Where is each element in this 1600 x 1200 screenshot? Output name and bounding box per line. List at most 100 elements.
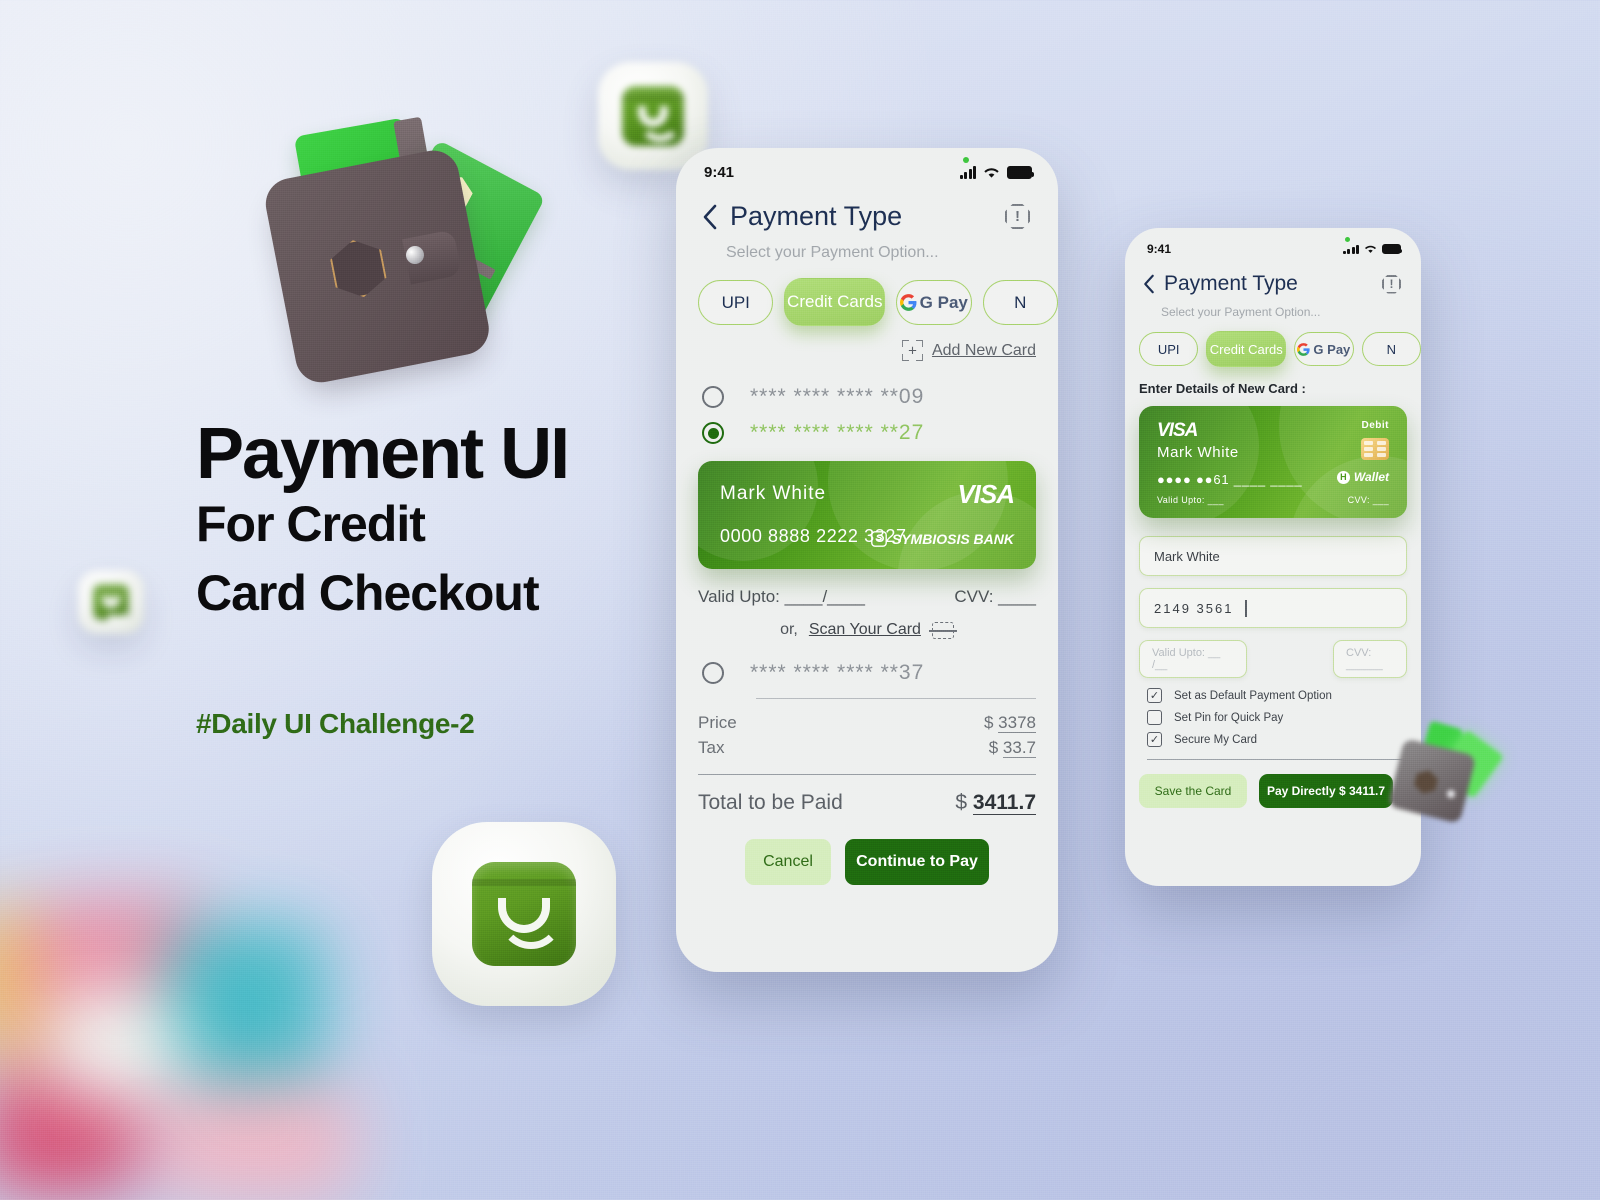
cvv-value: ____ [998, 587, 1036, 606]
card-chip-icon [1361, 438, 1389, 460]
action-buttons: Cancel Continue to Pay [676, 815, 1058, 885]
card-valid-upto-label: Valid Upto: ___ [1157, 495, 1224, 505]
saved-card-row-1[interactable]: **** **** **** **09 [676, 361, 1058, 409]
shopping-bag-app-icon [432, 822, 616, 1006]
saved-card-row-3[interactable]: **** **** **** **37 [676, 639, 1058, 685]
hero-hashtag: #Daily UI Challenge-2 [196, 708, 475, 739]
pill-gpay-2[interactable]: G Pay [1294, 332, 1354, 366]
wifi-icon [984, 168, 999, 178]
blurred-color-blobs [0, 880, 390, 1200]
card-number-input[interactable]: 2149 3561 [1139, 588, 1407, 628]
checkbox-row-secure-card[interactable]: ✓ Secure My Card [1147, 732, 1407, 747]
valid-upto-value: ____/____ [784, 587, 866, 606]
pill-netbanking[interactable]: N [982, 280, 1058, 325]
cvv-field[interactable]: CVV: ____ [954, 587, 1036, 607]
add-new-card-row[interactable]: + Add New Card [676, 326, 1058, 361]
tax-currency: $ [988, 738, 999, 757]
checkbox-quick-pay-pin[interactable] [1147, 710, 1162, 725]
wallet-label: Wallet [1353, 470, 1389, 484]
new-card-preview: VISA Mark White Debit ●●●● ●●61 ____ ___… [1139, 406, 1407, 518]
credit-card-preview: Mark White VISA 0000 8888 2222 3327 SYMB… [698, 461, 1036, 569]
card-holder-name-value: Mark White [1154, 548, 1220, 564]
checkbox-secure-card[interactable]: ✓ [1147, 732, 1162, 747]
pill-gpay-label-2: G Pay [1313, 341, 1351, 357]
total-row: Total to be Paid $ 3411.7 [676, 775, 1058, 815]
radio-card-3[interactable] [702, 662, 724, 684]
wallet-badge-icon: H Wallet [1336, 470, 1389, 484]
total-label: Total to be Paid [698, 791, 843, 814]
phone-mockup-new-card: 9:41 Payment Type ! Select your Payment … [1125, 228, 1421, 886]
expiry-cvv-inputs-row: Valid Upto: __ /__ CVV: ______ [1139, 640, 1407, 678]
page-subtitle: Select your Payment Option... [726, 244, 939, 261]
shopping-bag-app-icon [78, 570, 144, 634]
card-holder-name-2: Mark White [1157, 444, 1239, 461]
continue-to-pay-button[interactable]: Continue to Pay [845, 839, 989, 885]
page-title-2: Payment Type [1164, 272, 1298, 295]
valid-upto-input[interactable]: Valid Upto: __ /__ [1139, 640, 1247, 678]
hero-headline: Payment UI For Credit Card Checkout [196, 418, 570, 628]
status-time: 9:41 [704, 164, 735, 181]
total-currency: $ [955, 791, 968, 814]
pill-netbanking-2[interactable]: N [1361, 332, 1421, 366]
card-type-label: Debit [1361, 420, 1389, 431]
summary-row-tax: Tax $ 33.7 [698, 738, 1036, 758]
card-cvv-label: CVV: ___ [1347, 495, 1389, 505]
saved-card-1-number: **** **** **** **09 [750, 385, 925, 408]
valid-upto-field[interactable]: Valid Upto: ____/____ [698, 587, 865, 607]
pill-gpay-label: G Pay [919, 292, 968, 312]
scan-your-card-link[interactable]: Scan Your Card [809, 621, 921, 639]
pill-gpay[interactable]: G Pay [896, 280, 972, 325]
pay-directly-button[interactable]: Pay Directly $ 3411.7 [1259, 774, 1393, 808]
cvv-placeholder: CVV: ______ [1346, 647, 1383, 671]
nav-bar-2: Payment Type ! [1125, 256, 1421, 296]
pill-upi-2[interactable]: UPI [1139, 332, 1199, 366]
total-value: 3411.7 [972, 791, 1036, 815]
scan-card-icon[interactable] [928, 621, 957, 639]
card-number-value: 2149 3561 [1154, 600, 1234, 616]
card-expiry-cvv-row: Valid Upto: ____/____ CVV: ____ [676, 569, 1058, 607]
pill-upi[interactable]: UPI [698, 280, 774, 325]
symbiosis-s-icon [870, 531, 887, 547]
save-the-card-button[interactable]: Save the Card [1139, 774, 1247, 808]
pill-credit-cards[interactable]: Credit Cards [784, 278, 886, 326]
payment-method-pills-2: UPI Credit Cards G Pay N [1125, 319, 1421, 367]
bank-name: SYMBIOSIS BANK [891, 531, 1014, 547]
checkbox-row-quick-pay-pin[interactable]: Set Pin for Quick Pay [1147, 710, 1407, 725]
radio-card-1[interactable] [702, 386, 724, 408]
checkbox-label-secure-card: Secure My Card [1174, 733, 1258, 746]
tax-label: Tax [698, 738, 725, 757]
recording-dot-icon [962, 157, 969, 163]
battery-full-icon [1382, 244, 1402, 254]
checkbox-default-payment[interactable]: ✓ [1147, 688, 1162, 703]
chevron-left-icon[interactable] [702, 204, 718, 230]
pill-credit-cards-2[interactable]: Credit Cards [1206, 331, 1287, 367]
saved-card-row-2[interactable]: **** **** **** **27 [676, 409, 1058, 445]
exclamation-octagon-icon[interactable]: ! [1382, 274, 1401, 294]
scan-card-row: or, Scan Your Card [676, 607, 1058, 639]
wifi-icon [1364, 245, 1377, 253]
exclamation-octagon-icon[interactable]: ! [1005, 204, 1030, 229]
google-pay-icon [899, 294, 917, 311]
action-buttons-2: Save the Card Pay Directly $ 3411.7 [1139, 774, 1421, 808]
saved-card-3-number: **** **** **** **37 [750, 661, 925, 684]
hero-title-line2: For Credit [196, 496, 426, 552]
wallet-3d-illustration [258, 110, 546, 410]
status-time-2: 9:41 [1147, 242, 1172, 256]
payment-method-pills: UPI Credit Cards G Pay N [676, 262, 1058, 326]
chevron-left-icon[interactable] [1143, 274, 1155, 294]
price-value: 3378 [998, 713, 1036, 733]
wallet-3d-icon-small [1385, 718, 1505, 828]
cvv-input[interactable]: CVV: ______ [1333, 640, 1407, 678]
shopping-bag-app-icon [598, 62, 708, 170]
checkbox-row-default-payment[interactable]: ✓ Set as Default Payment Option [1147, 688, 1407, 703]
cancel-button[interactable]: Cancel [745, 839, 831, 885]
signal-bars-icon [1342, 244, 1359, 254]
radio-card-2-selected[interactable] [702, 422, 724, 444]
options-checkbox-group: ✓ Set as Default Payment Option Set Pin … [1147, 688, 1407, 747]
add-new-card-label[interactable]: Add New Card [932, 342, 1036, 360]
nav-bar: Payment Type ! [676, 181, 1058, 232]
checkbox-label-quick-pay-pin: Set Pin for Quick Pay [1174, 711, 1284, 724]
checkbox-label-default-payment: Set as Default Payment Option [1174, 689, 1332, 702]
card-holder-name-input[interactable]: Mark White [1139, 536, 1407, 576]
status-bar-2: 9:41 [1125, 228, 1421, 256]
